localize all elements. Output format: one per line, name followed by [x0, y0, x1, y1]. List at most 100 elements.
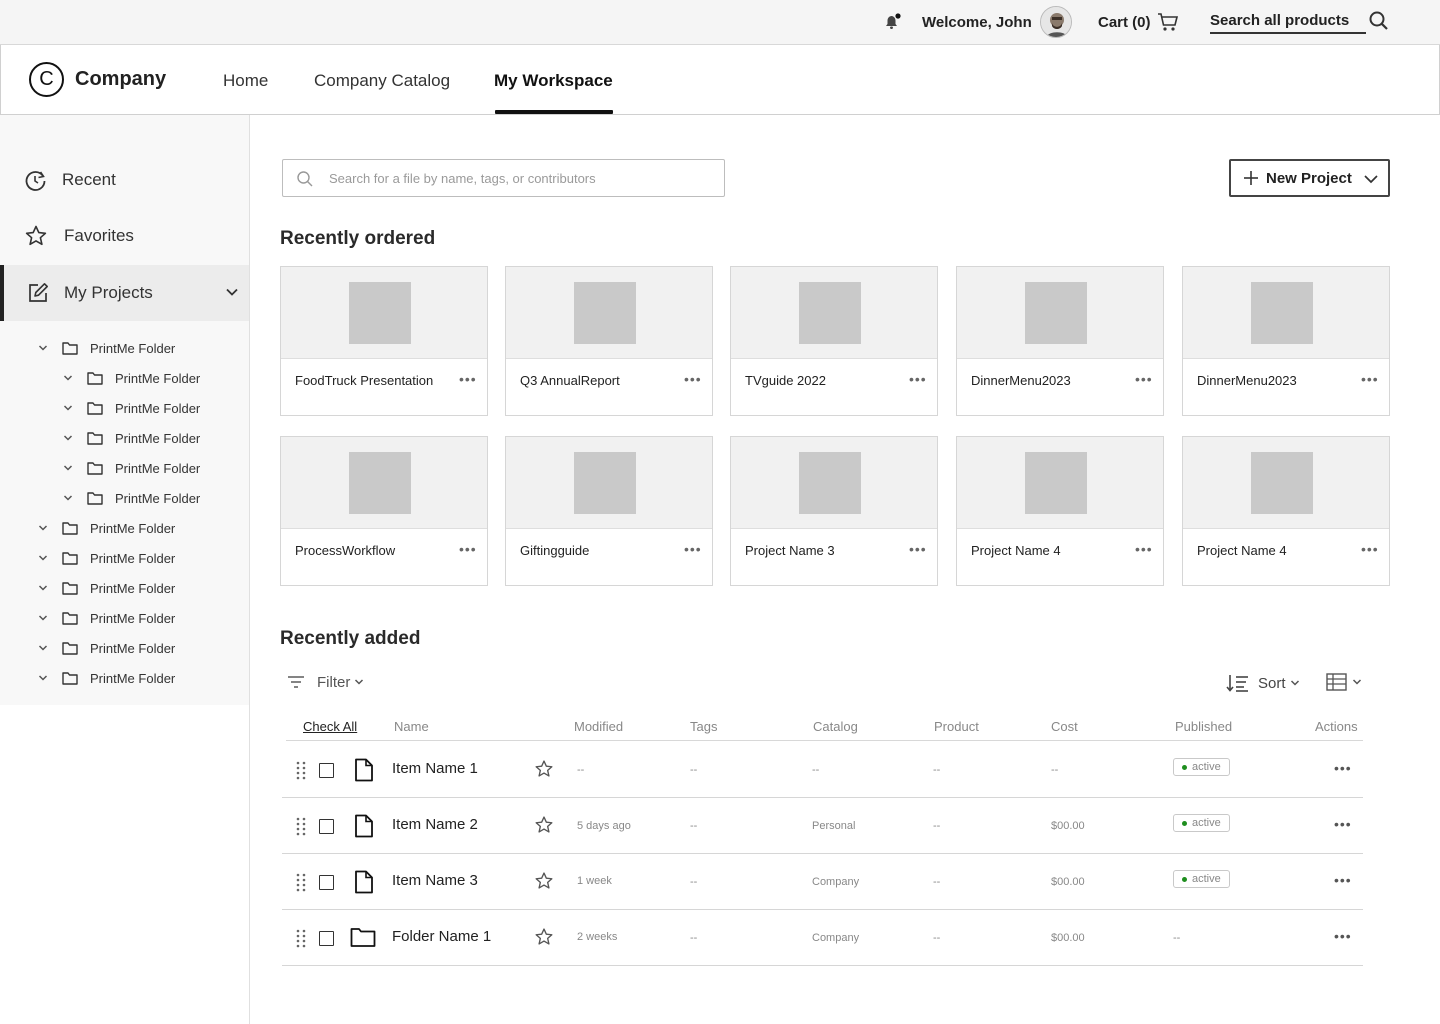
more-options-icon[interactable]: ••• — [909, 371, 927, 387]
drag-handle-icon[interactable] — [295, 816, 307, 836]
column-header-cost[interactable]: Cost — [1051, 719, 1078, 734]
chevron-down-icon[interactable] — [38, 344, 48, 352]
folder-tree-item[interactable]: PrintMe Folder — [63, 483, 200, 513]
folder-tree-item[interactable]: PrintMe Folder — [63, 423, 200, 453]
more-options-icon[interactable]: ••• — [1361, 541, 1379, 557]
chevron-down-icon[interactable] — [38, 674, 48, 682]
check-all-link[interactable]: Check All — [303, 719, 357, 734]
project-card[interactable]: Q3 AnnualReport ••• — [505, 266, 713, 416]
cart-link[interactable]: Cart (0) — [1098, 0, 1179, 44]
nav-home[interactable]: Home — [223, 71, 268, 91]
project-card[interactable]: Project Name 4 ••• — [1182, 436, 1390, 586]
more-options-icon[interactable]: ••• — [1135, 541, 1153, 557]
row-actions-icon[interactable]: ••• — [1334, 816, 1352, 832]
site-search-input[interactable]: Search all products — [1210, 10, 1366, 34]
item-name[interactable]: Folder Name 1 — [392, 928, 491, 945]
project-card[interactable]: DinnerMenu2023 ••• — [956, 266, 1164, 416]
chevron-down-icon — [355, 679, 364, 685]
chevron-down-icon[interactable] — [38, 644, 48, 652]
folder-tree-item[interactable]: PrintMe Folder — [38, 603, 175, 633]
nav-company-catalog[interactable]: Company Catalog — [314, 71, 450, 91]
drag-handle-icon[interactable] — [295, 928, 307, 948]
folder-tree-item[interactable]: PrintMe Folder — [38, 513, 175, 543]
drag-handle-icon[interactable] — [295, 872, 307, 892]
row-checkbox[interactable] — [319, 819, 334, 834]
search-icon[interactable] — [1368, 10, 1390, 37]
more-options-icon[interactable]: ••• — [684, 371, 702, 387]
project-card[interactable]: FoodTruck Presentation ••• — [280, 266, 488, 416]
folder-tree-item[interactable]: PrintMe Folder — [63, 363, 200, 393]
item-name[interactable]: Item Name 3 — [392, 872, 478, 889]
folder-tree-item[interactable]: PrintMe Folder — [63, 453, 200, 483]
nav-my-workspace[interactable]: My Workspace — [494, 71, 613, 91]
table-row[interactable]: Item Name 1 -- -- -- -- -- active ••• — [282, 742, 1363, 798]
new-project-button[interactable]: New Project — [1229, 159, 1390, 197]
project-card[interactable]: Project Name 4 ••• — [956, 436, 1164, 586]
project-card[interactable]: ProcessWorkflow ••• — [280, 436, 488, 586]
column-header-name[interactable]: Name — [394, 719, 429, 734]
star-icon[interactable] — [534, 871, 554, 891]
card-thumbnail — [731, 267, 937, 359]
table-row[interactable]: Folder Name 1 2 weeksago -- Company -- $… — [282, 910, 1363, 966]
folder-tree-item[interactable]: PrintMe Folder — [38, 543, 175, 573]
project-card[interactable]: DinnerMenu2023 ••• — [1182, 266, 1390, 416]
sidebar-label-recent: Recent — [62, 170, 116, 189]
row-checkbox[interactable] — [319, 931, 334, 946]
table-row[interactable]: Item Name 3 1 weekago -- Company -- $00.… — [282, 854, 1363, 910]
row-actions-icon[interactable]: ••• — [1334, 928, 1352, 944]
chevron-down-icon[interactable] — [63, 464, 73, 472]
item-name[interactable]: Item Name 1 — [392, 760, 478, 777]
item-name[interactable]: Item Name 2 — [392, 816, 478, 833]
company-logo-icon[interactable]: C — [29, 62, 64, 97]
sidebar-item-recent[interactable]: Recent — [0, 152, 249, 208]
chevron-down-icon[interactable] — [38, 524, 48, 532]
filter-button[interactable]: Filter — [286, 673, 364, 691]
more-options-icon[interactable]: ••• — [1361, 371, 1379, 387]
chevron-down-icon[interactable] — [63, 494, 73, 502]
star-icon — [25, 225, 47, 246]
star-icon[interactable] — [534, 759, 554, 779]
project-card[interactable]: TVguide 2022 ••• — [730, 266, 938, 416]
chevron-down-icon[interactable] — [38, 554, 48, 562]
user-avatar[interactable] — [1040, 6, 1072, 38]
table-row[interactable]: Item Name 2 5 days ago -- Personal -- $0… — [282, 798, 1363, 854]
chevron-down-icon[interactable] — [63, 404, 73, 412]
chevron-down-icon[interactable] — [63, 374, 73, 382]
notifications-bell-icon[interactable] — [882, 0, 902, 44]
more-options-icon[interactable]: ••• — [909, 541, 927, 557]
sidebar-item-favorites[interactable]: Favorites — [0, 208, 249, 264]
folder-tree-item[interactable]: PrintMe Folder — [38, 573, 175, 603]
project-card[interactable]: Project Name 3 ••• — [730, 436, 938, 586]
column-header-product[interactable]: Product — [934, 719, 979, 734]
folder-tree-item[interactable]: PrintMe Folder — [38, 333, 175, 363]
folder-tree-item[interactable]: PrintMe Folder — [63, 393, 200, 423]
row-actions-icon[interactable]: ••• — [1334, 872, 1352, 888]
column-header-tags[interactable]: Tags — [690, 719, 717, 734]
more-options-icon[interactable]: ••• — [459, 541, 477, 557]
folder-tree-item[interactable]: PrintMe Folder — [38, 663, 175, 693]
file-search-input[interactable]: Search for a file by name, tags, or cont… — [282, 159, 725, 197]
chevron-down-icon[interactable] — [63, 434, 73, 442]
chevron-down-icon[interactable] — [38, 584, 48, 592]
project-card[interactable]: Giftingguide ••• — [505, 436, 713, 586]
sidebar-item-my-projects[interactable]: My Projects — [0, 265, 249, 321]
sort-button[interactable]: Sort — [1226, 673, 1300, 693]
drag-handle-icon[interactable] — [295, 760, 307, 780]
star-icon[interactable] — [534, 815, 554, 835]
more-options-icon[interactable]: ••• — [459, 371, 477, 387]
folder-tree-item[interactable]: PrintMe Folder — [38, 633, 175, 663]
column-header-catalog[interactable]: Catalog — [813, 719, 858, 734]
cart-label: Cart (0) — [1098, 13, 1151, 31]
chevron-down-icon[interactable] — [38, 614, 48, 622]
more-options-icon[interactable]: ••• — [1135, 371, 1153, 387]
star-icon[interactable] — [534, 927, 554, 947]
row-checkbox[interactable] — [319, 763, 334, 778]
view-toggle-button[interactable] — [1326, 673, 1362, 691]
more-options-icon[interactable]: ••• — [684, 541, 702, 557]
row-actions-icon[interactable]: ••• — [1334, 760, 1352, 776]
chevron-down-icon[interactable] — [225, 285, 239, 299]
column-header-modified[interactable]: Modified — [574, 719, 623, 734]
column-header-published[interactable]: Published — [1175, 719, 1232, 734]
row-checkbox[interactable] — [319, 875, 334, 890]
company-name[interactable]: Company — [75, 68, 166, 91]
